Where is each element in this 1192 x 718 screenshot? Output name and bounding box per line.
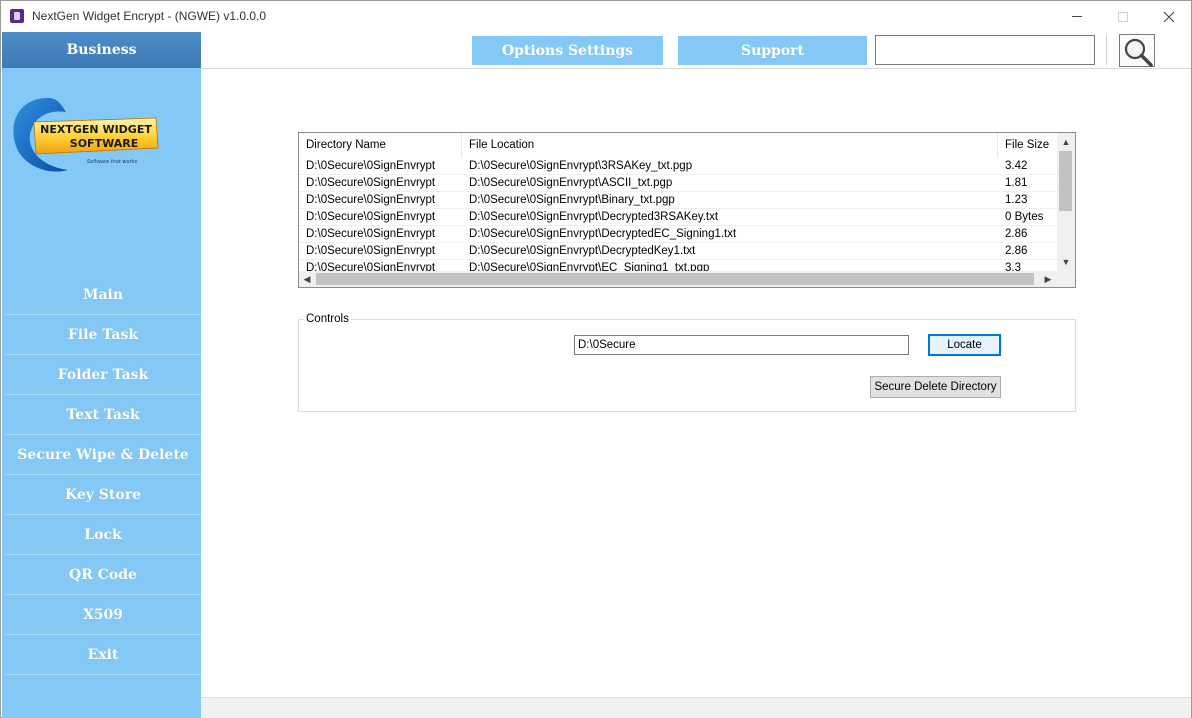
cell-file-location: D:\0Secure\0SignEnvrypt\Decrypted3RSAKey…: [469, 211, 719, 223]
file-list-table[interactable]: Directory Name File Location File Size D…: [298, 132, 1076, 288]
cell-directory-name: D:\0Secure\0SignEnvrypt: [306, 245, 436, 257]
cell-file-location: D:\0Secure\0SignEnvrypt\Binary_txt.pgp: [469, 194, 675, 206]
horizontal-scrollbar[interactable]: ◀ ▶: [299, 271, 1057, 287]
search-button[interactable]: [1119, 34, 1155, 67]
sidebar-item-qr-code[interactable]: QR Code: [5, 555, 201, 595]
scroll-up-icon[interactable]: ▲: [1058, 134, 1074, 150]
scroll-down-icon[interactable]: ▼: [1058, 254, 1074, 270]
cell-file-location: D:\0Secure\0SignEnvrypt\DecryptedKey1.tx…: [469, 245, 696, 257]
table-body: D:\0Secure\0SignEnvrypt D:\0Secure\0Sign…: [299, 158, 1057, 271]
controls-group-label: Controls: [304, 313, 351, 325]
cell-directory-name: D:\0Secure\0SignEnvrypt: [306, 228, 436, 240]
maximize-button[interactable]: [1100, 1, 1146, 32]
svg-text:SOFTWARE: SOFTWARE: [70, 137, 138, 150]
directory-path-input[interactable]: [574, 335, 909, 355]
app-icon: [10, 9, 24, 23]
cell-file-size: 0 Bytes: [1005, 211, 1044, 223]
main-panel: Directory Name File Location File Size D…: [201, 69, 1191, 697]
cell-file-size: 1.81: [1005, 177, 1028, 189]
cell-file-size: 3.42: [1005, 160, 1028, 172]
sidebar: Business NEXTGEN WIDGET SOFTWARE Softwar…: [2, 32, 201, 718]
table-row[interactable]: D:\0Secure\0SignEnvrypt D:\0Secure\0Sign…: [299, 175, 1057, 192]
cell-file-size: 2.86: [1005, 228, 1028, 240]
vertical-scroll-thumb[interactable]: [1059, 151, 1072, 211]
svg-text:NEXTGEN WIDGET: NEXTGEN WIDGET: [40, 123, 152, 136]
sidebar-item-lock[interactable]: Lock: [5, 515, 201, 555]
status-strip: [201, 697, 1191, 718]
sidebar-header: Business: [2, 32, 201, 68]
sidebar-item-file-task[interactable]: File Task: [5, 315, 201, 355]
app-window: NextGen Widget Encrypt - (NGWE) v1.0.0.0…: [0, 0, 1192, 718]
cell-file-size: 2.86: [1005, 245, 1028, 257]
column-header-file-size[interactable]: File Size: [998, 133, 1057, 158]
scrollbar-corner: [1057, 271, 1075, 287]
maximize-icon: [1118, 11, 1128, 22]
close-button[interactable]: [1146, 1, 1192, 32]
top-bar: Options Settings Support: [201, 32, 1191, 69]
cell-file-location: D:\0Secure\0SignEnvrypt\DecryptedEC_Sign…: [469, 228, 737, 240]
table-row[interactable]: D:\0Secure\0SignEnvrypt D:\0Secure\0Sign…: [299, 226, 1057, 243]
cell-file-location: D:\0Secure\0SignEnvrypt\EC_Signing1_txt.…: [469, 262, 710, 271]
cell-directory-name: D:\0Secure\0SignEnvrypt: [306, 262, 436, 271]
minimize-icon: [1072, 16, 1082, 17]
cell-directory-name: D:\0Secure\0SignEnvrypt: [306, 177, 436, 189]
sidebar-item-exit[interactable]: Exit: [5, 635, 201, 675]
sidebar-item-main[interactable]: Main: [5, 275, 201, 315]
minimize-button[interactable]: [1054, 1, 1100, 32]
horizontal-scroll-thumb[interactable]: [316, 273, 1034, 285]
scroll-left-icon[interactable]: ◀: [299, 271, 315, 287]
svg-text:Software that works: Software that works: [87, 159, 138, 165]
title-bar: NextGen Widget Encrypt - (NGWE) v1.0.0.0: [1, 1, 1191, 32]
close-icon: [1163, 11, 1175, 22]
locate-button[interactable]: Locate: [928, 334, 1001, 356]
search-input[interactable]: [875, 35, 1095, 65]
table-header: Directory Name File Location File Size: [299, 133, 1057, 158]
cell-file-location: D:\0Secure\0SignEnvrypt\ASCII_txt.pgp: [469, 177, 673, 189]
company-logo: NEXTGEN WIDGET SOFTWARE Software that wo…: [13, 98, 159, 172]
window-title: NextGen Widget Encrypt - (NGWE) v1.0.0.0: [32, 9, 267, 23]
toolbar-divider: [1106, 35, 1107, 65]
cell-directory-name: D:\0Secure\0SignEnvrypt: [306, 211, 436, 223]
table-row[interactable]: D:\0Secure\0SignEnvrypt D:\0Secure\0Sign…: [299, 260, 1057, 271]
cell-directory-name: D:\0Secure\0SignEnvrypt: [306, 194, 436, 206]
table-row[interactable]: D:\0Secure\0SignEnvrypt D:\0Secure\0Sign…: [299, 209, 1057, 226]
options-settings-button[interactable]: Options Settings: [472, 36, 663, 65]
column-header-directory-name[interactable]: Directory Name: [299, 133, 462, 158]
table-row[interactable]: D:\0Secure\0SignEnvrypt D:\0Secure\0Sign…: [299, 243, 1057, 260]
vertical-scrollbar[interactable]: ▲ ▼: [1057, 133, 1075, 271]
search-icon: [1124, 38, 1153, 67]
table-row[interactable]: D:\0Secure\0SignEnvrypt D:\0Secure\0Sign…: [299, 158, 1057, 175]
column-header-file-location[interactable]: File Location: [462, 133, 998, 158]
sidebar-item-x509[interactable]: X509: [5, 595, 201, 635]
cell-file-size: 1.23: [1005, 194, 1028, 206]
sidebar-item-secure-wipe-delete[interactable]: Secure Wipe & Delete: [5, 435, 201, 475]
sidebar-item-folder-task[interactable]: Folder Task: [5, 355, 201, 395]
sidebar-item-key-store[interactable]: Key Store: [5, 475, 201, 515]
scroll-right-icon[interactable]: ▶: [1040, 271, 1056, 287]
cell-file-size: 3.3: [1005, 262, 1021, 271]
secure-delete-directory-button[interactable]: Secure Delete Directory: [870, 376, 1001, 398]
sidebar-nav: Main File Task Folder Task Text Task Sec…: [5, 275, 201, 675]
controls-group: Controls Locate Secure Delete Directory: [298, 313, 1076, 412]
cell-directory-name: D:\0Secure\0SignEnvrypt: [306, 160, 436, 172]
cell-file-location: D:\0Secure\0SignEnvrypt\3RSAKey_txt.pgp: [469, 160, 693, 172]
support-button[interactable]: Support: [678, 36, 867, 65]
table-row[interactable]: D:\0Secure\0SignEnvrypt D:\0Secure\0Sign…: [299, 192, 1057, 209]
sidebar-item-text-task[interactable]: Text Task: [5, 395, 201, 435]
